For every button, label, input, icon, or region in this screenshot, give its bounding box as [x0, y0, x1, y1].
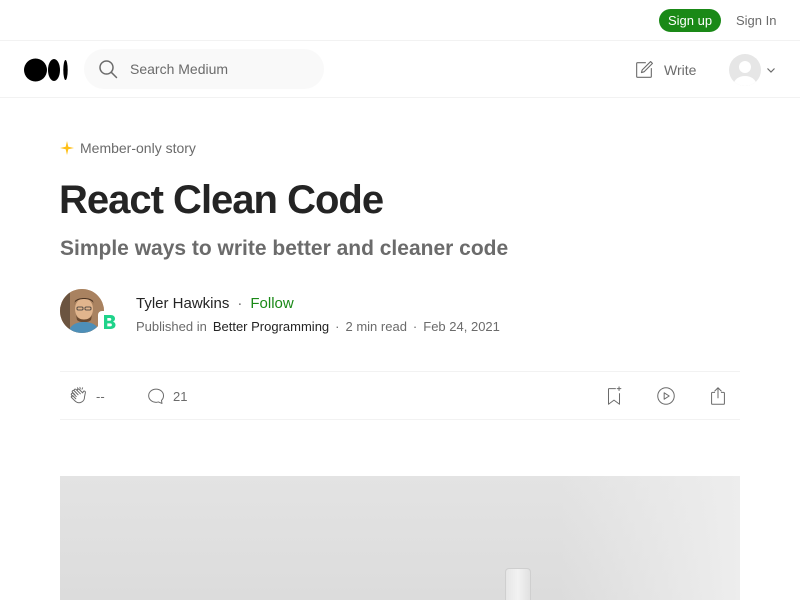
- article-hero-image: [60, 476, 740, 600]
- avatar: [729, 54, 761, 86]
- search-box[interactable]: [84, 49, 324, 89]
- write-label: Write: [664, 62, 697, 78]
- publication-link[interactable]: Better Programming: [213, 319, 329, 334]
- sparkle-icon: [60, 141, 74, 155]
- published-in-label: Published in: [136, 319, 207, 334]
- clap-button[interactable]: --: [68, 385, 105, 407]
- separator-dot: ·: [237, 295, 243, 312]
- nav-bar: Write: [0, 41, 800, 98]
- chevron-down-icon: [767, 68, 775, 73]
- hero-bottle-shape: [505, 568, 531, 600]
- clap-icon: [70, 386, 86, 404]
- read-time: 2 min read: [345, 319, 407, 334]
- response-count: 21: [173, 388, 188, 404]
- responses-button[interactable]: 21: [145, 385, 187, 407]
- sign-up-button[interactable]: Sign up: [659, 9, 721, 32]
- play-listen-icon[interactable]: [655, 385, 677, 407]
- write-icon: [636, 61, 653, 78]
- hero-highlight: [560, 476, 740, 600]
- bookmark-add-icon[interactable]: [603, 385, 625, 407]
- clap-count: --: [96, 388, 105, 404]
- better-programming-logo-icon: [100, 313, 118, 331]
- sign-in-link[interactable]: Sign In: [736, 13, 776, 28]
- article-meta: Published in Better Programming · 2 min …: [136, 319, 500, 334]
- comment-icon: [148, 388, 165, 404]
- search-icon: [99, 60, 118, 79]
- medium-logo-icon[interactable]: [24, 58, 69, 82]
- user-menu-button[interactable]: [729, 54, 777, 86]
- write-button[interactable]: Write: [633, 58, 696, 82]
- separator-dot: ·: [412, 319, 418, 334]
- user-silhouette-icon: [733, 61, 757, 86]
- share-icon[interactable]: [707, 385, 729, 407]
- member-only-badge: Member-only story: [60, 140, 196, 156]
- top-bar: Sign up Sign In: [0, 0, 800, 41]
- author-row: Tyler Hawkins · Follow: [136, 295, 294, 312]
- separator-dot: ·: [335, 319, 340, 334]
- member-badge-label: Member-only story: [80, 140, 196, 156]
- article-subtitle: Simple ways to write better and cleaner …: [60, 237, 509, 260]
- author-name-link[interactable]: Tyler Hawkins: [136, 295, 229, 312]
- article-title: React Clean Code: [59, 178, 384, 222]
- article-action-bar: -- 21: [60, 371, 740, 420]
- publish-date: Feb 24, 2021: [423, 319, 500, 334]
- search-input[interactable]: [130, 49, 310, 89]
- follow-button[interactable]: Follow: [250, 295, 293, 312]
- publication-badge[interactable]: [98, 311, 120, 333]
